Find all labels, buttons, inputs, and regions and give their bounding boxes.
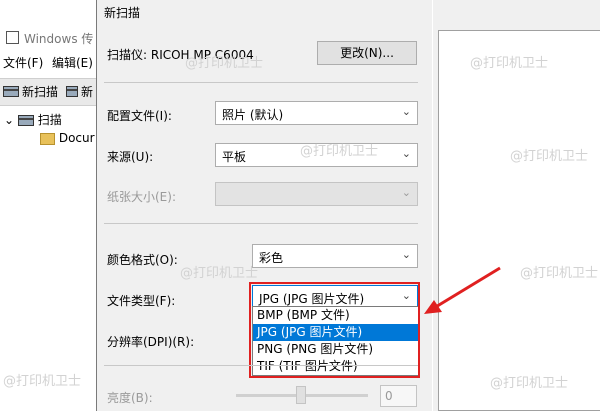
file-type-label: 文件类型(F): bbox=[107, 294, 176, 308]
watermark-text: @打印机卫士 bbox=[490, 376, 569, 391]
profile-value: 照片 (默认) bbox=[222, 108, 284, 122]
paper-size-select[interactable]: ⌄ bbox=[215, 182, 418, 206]
watermark-text: @打印机卫士 bbox=[180, 266, 259, 281]
color-format-label: 颜色格式(O): bbox=[107, 253, 178, 267]
profile-select[interactable]: 照片 (默认) ⌄ bbox=[215, 101, 418, 125]
separator bbox=[104, 223, 418, 224]
menu-edit[interactable]: 编辑(E) bbox=[52, 54, 93, 71]
separator bbox=[104, 365, 418, 366]
watermark-text: @打印机卫士 bbox=[520, 266, 599, 281]
resolution-label: 分辨率(DPI)(R): bbox=[107, 335, 195, 349]
color-format-value: 彩色 bbox=[259, 251, 284, 265]
brightness-slider-thumb[interactable] bbox=[296, 386, 306, 404]
background-window-title: Windows 传 bbox=[24, 32, 94, 46]
preview-area bbox=[438, 30, 600, 411]
menu-file[interactable]: 文件(F) bbox=[3, 54, 43, 71]
app-window-icon bbox=[6, 31, 19, 44]
chevron-down-icon: ⌄ bbox=[401, 186, 411, 199]
watermark-text: @打印机卫士 bbox=[510, 149, 589, 164]
change-scanner-button[interactable]: 更改(N)... bbox=[317, 41, 417, 65]
watermark-text: @打印机卫士 bbox=[300, 144, 379, 159]
paper-size-label: 纸张大小(E): bbox=[107, 190, 176, 204]
folder-icon bbox=[40, 132, 55, 145]
collapse-chevron-icon: ⌄ bbox=[4, 113, 15, 127]
source-value: 平板 bbox=[222, 150, 247, 164]
watermark-text: @打印机卫士 bbox=[470, 56, 549, 71]
color-format-select[interactable]: 彩色 ⌄ bbox=[252, 244, 418, 268]
new-scan-toolbar-button[interactable]: 新扫描 bbox=[3, 83, 58, 100]
new-scan-toolbar-label: 新扫描 bbox=[22, 85, 59, 99]
brightness-label: 亮度(B): bbox=[107, 391, 153, 405]
brightness-value-input[interactable]: 0 bbox=[380, 385, 417, 407]
chevron-down-icon: ⌄ bbox=[401, 105, 411, 118]
source-label: 来源(U): bbox=[107, 150, 154, 164]
tree-item-documents[interactable]: Docur bbox=[40, 131, 95, 145]
red-arrow-annotation bbox=[424, 266, 501, 314]
watermark-text: @打印机卫士 bbox=[3, 374, 82, 389]
red-highlight-box bbox=[249, 282, 420, 378]
tree-item-documents-label: Docur bbox=[58, 131, 95, 145]
tree-item-scan-label: 扫描 bbox=[37, 113, 62, 127]
toolbar-button-2-label: 新 bbox=[81, 85, 94, 99]
chevron-down-icon: ⌄ bbox=[401, 147, 411, 160]
chevron-down-icon: ⌄ bbox=[401, 248, 411, 261]
separator bbox=[104, 82, 418, 83]
scanner-icon bbox=[3, 86, 19, 97]
profile-label: 配置文件(I): bbox=[107, 109, 172, 123]
dialog-title: 新扫描 bbox=[104, 6, 141, 20]
watermark-text: @打印机卫士 bbox=[185, 56, 264, 71]
scanner-icon bbox=[66, 86, 78, 97]
scanner-icon bbox=[17, 115, 34, 126]
tree-item-scan[interactable]: ⌄ 扫描 bbox=[4, 111, 62, 128]
toolbar-button-2[interactable]: 新 bbox=[66, 83, 93, 100]
